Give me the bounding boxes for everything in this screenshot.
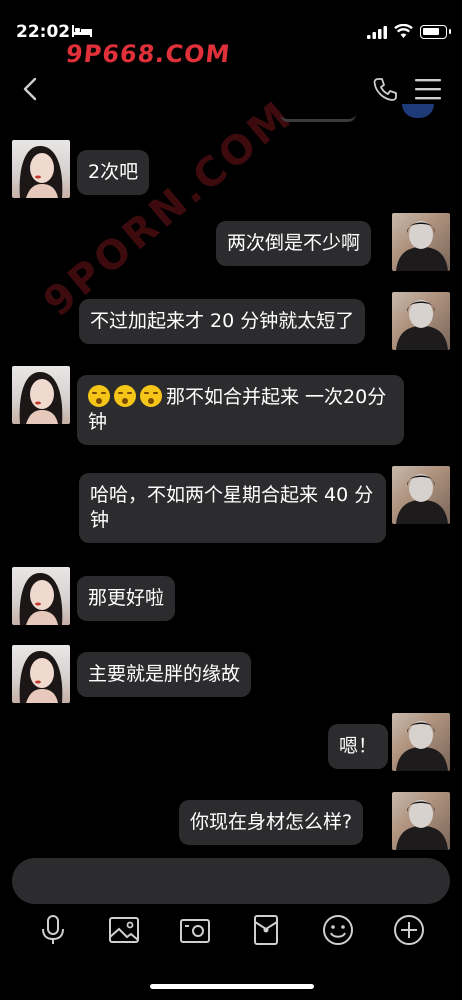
emoji-icon[interactable] [320,912,356,948]
my-avatar[interactable] [392,292,450,350]
message-bubble-sent[interactable]: 不过加起来才 20 分钟就太短了 [79,299,366,344]
yawning-face-icon [114,385,136,407]
message-bubble-sent[interactable]: 嗯！ [328,724,389,769]
contact-avatar[interactable] [12,567,70,625]
wifi-icon [394,24,413,38]
camera-icon[interactable] [177,912,213,948]
message-bubble-received[interactable]: 2次吧 [77,150,150,195]
image-icon[interactable] [106,912,142,948]
message-input[interactable] [12,858,450,904]
contact-avatar[interactable] [12,140,70,198]
site-watermark: 9P668.COM [64,40,232,68]
bed-icon [72,25,92,37]
my-avatar[interactable] [392,213,450,271]
contact-avatar[interactable] [12,366,70,424]
yawning-face-icon [140,385,162,407]
my-avatar[interactable] [392,713,450,771]
phone-icon[interactable] [372,76,398,102]
yawning-face-icon [88,385,110,407]
my-avatar[interactable] [392,466,450,524]
message-bubble-sent[interactable]: 你现在身材怎么样? [179,800,364,845]
message-bubble-received[interactable]: 主要就是胖的缘故 [77,652,252,697]
chevron-left-icon[interactable] [18,76,44,102]
hamburger-icon[interactable] [414,77,442,101]
message-bubble-sent[interactable]: 哈哈，不如两个星期合起来 40 分钟 [79,473,386,543]
status-time: 22:02 [16,22,71,42]
battery-icon [420,25,451,39]
red-packet-icon[interactable] [248,912,284,948]
message-bubble-sent[interactable]: 两次倒是不少啊 [216,221,372,266]
microphone-icon[interactable] [35,912,71,948]
plus-icon[interactable] [391,912,427,948]
message-bubble-received[interactable]: 那更好啦 [77,576,176,621]
home-indicator[interactable] [150,984,314,989]
previous-message-edge [280,108,356,122]
my-avatar[interactable] [392,792,450,850]
message-bubble-received[interactable]: 那不如合并起来 一次20分钟 [77,375,404,445]
previous-avatar-edge [402,104,434,118]
contact-avatar[interactable] [12,645,70,703]
